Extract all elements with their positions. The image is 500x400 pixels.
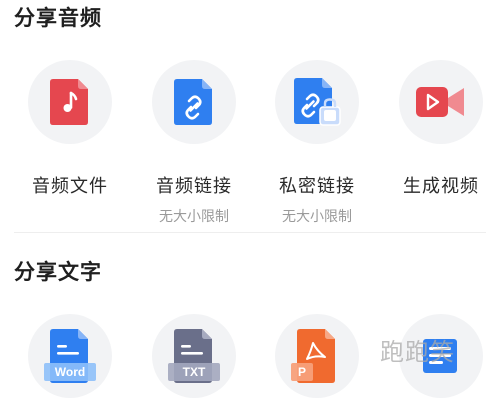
- pdf-file-icon: P: [291, 329, 343, 383]
- item-sub-label: 无大小限制: [159, 209, 229, 225]
- pdf-badge-text: P: [298, 365, 306, 379]
- video-icon: [416, 84, 466, 120]
- txt-file-icon: TXT: [168, 329, 220, 383]
- item-label: 生成视频: [403, 176, 479, 197]
- item-sub-label: 无大小限制: [282, 209, 352, 225]
- item-label: 私密链接: [279, 176, 355, 197]
- generate-video-button[interactable]: 生成视频: [386, 60, 496, 198]
- item-label: 音频链接: [156, 176, 232, 197]
- link-file-icon: [174, 79, 214, 125]
- section-divider: [14, 232, 486, 233]
- doc-lines-icon: [421, 333, 461, 379]
- share-private-link-button[interactable]: 私密链接 无大小限制: [262, 60, 372, 226]
- share-word-button[interactable]: Word: [15, 314, 125, 398]
- item-label: 音频文件: [32, 176, 108, 197]
- share-txt-button[interactable]: TXT: [139, 314, 249, 398]
- section-title-share-text: 分享文字: [14, 260, 102, 284]
- section-title-share-audio: 分享音频: [14, 6, 102, 30]
- share-audio-file-button[interactable]: 音频文件: [15, 60, 125, 198]
- share-pdf-button[interactable]: P: [262, 314, 372, 398]
- music-file-icon: [50, 79, 90, 125]
- private-link-icon: [292, 77, 342, 127]
- share-audio-link-button[interactable]: 音频链接 无大小限制: [139, 60, 249, 226]
- txt-badge-text: TXT: [183, 365, 206, 379]
- share-doc-button[interactable]: [386, 314, 496, 398]
- word-file-icon: Word: [44, 329, 96, 383]
- word-badge-text: Word: [55, 365, 85, 379]
